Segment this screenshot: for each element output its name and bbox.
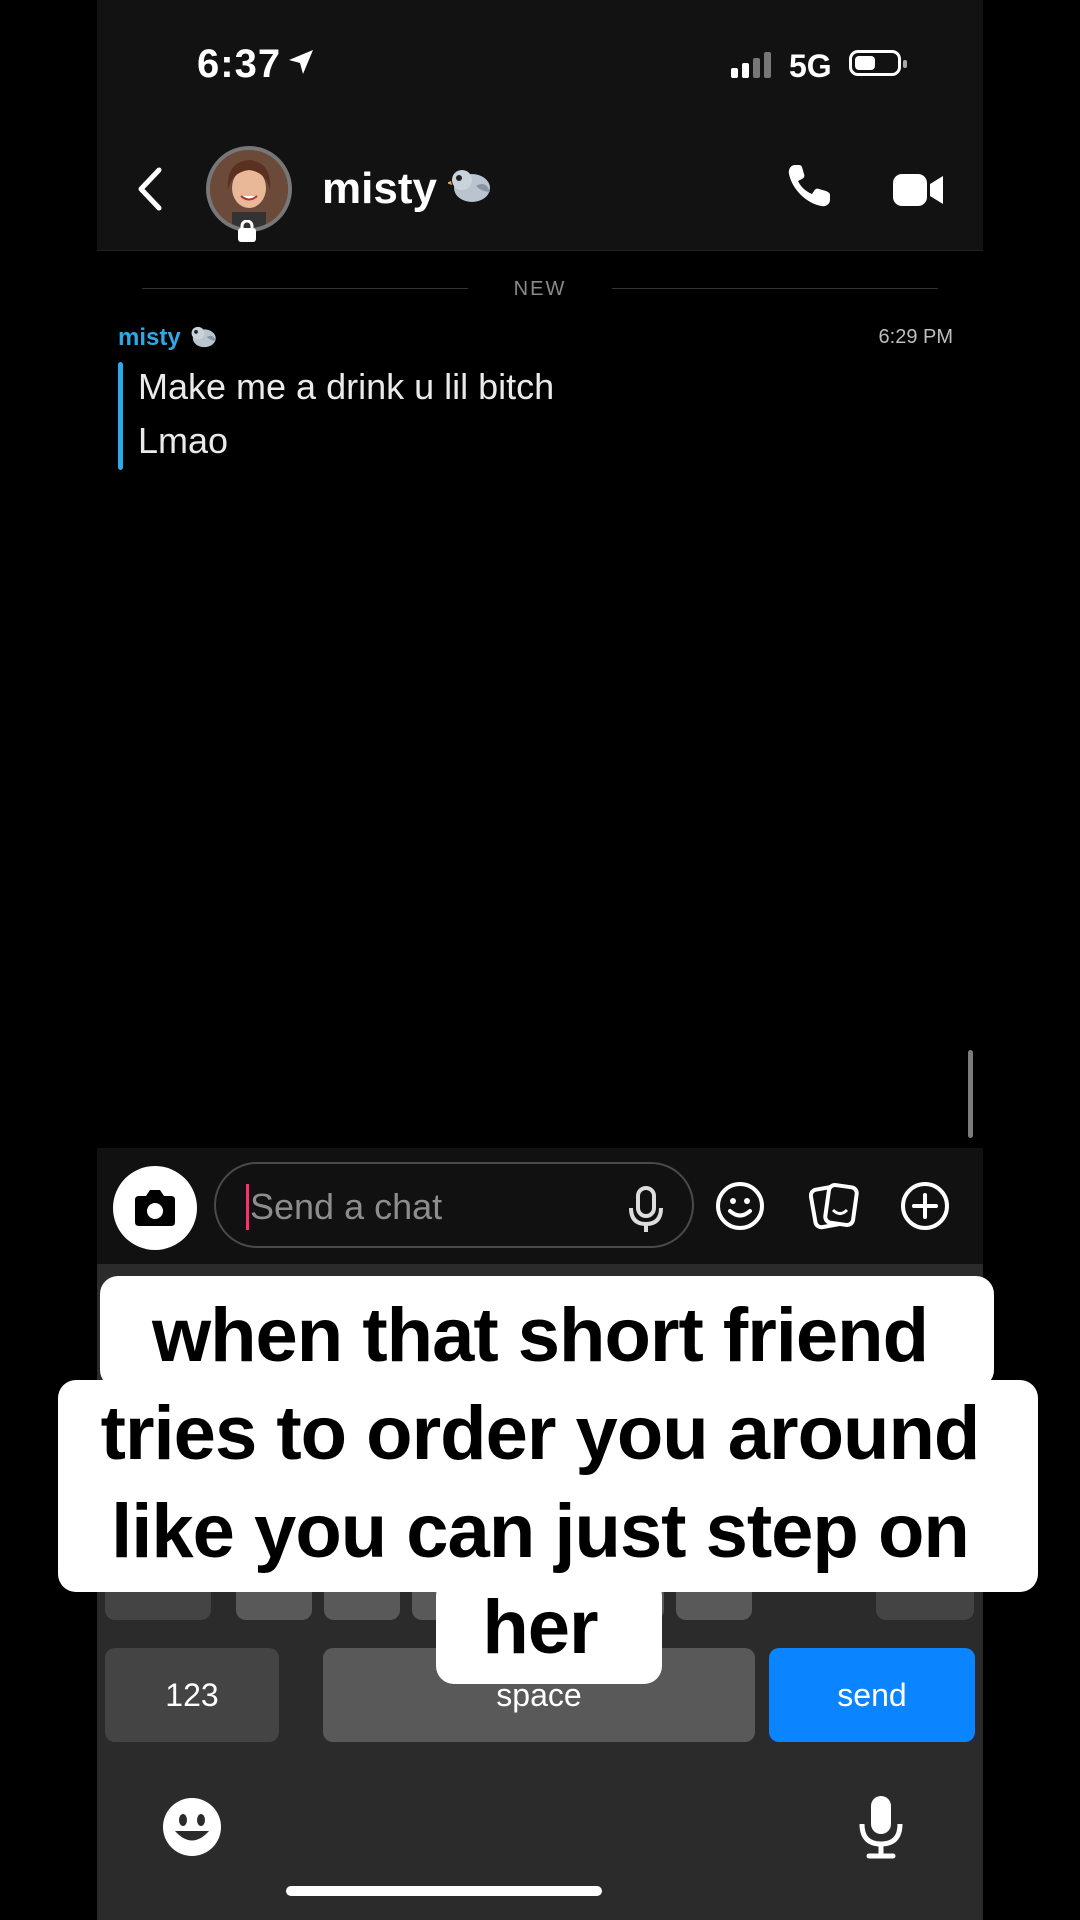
- new-messages-separator: NEW: [142, 278, 938, 300]
- emoji-icon[interactable]: [161, 1796, 223, 1858]
- chat-header: misty: [97, 130, 983, 251]
- caption-text: tries to order you around: [100, 1391, 981, 1476]
- separator-label: NEW: [513, 278, 567, 300]
- phone-icon[interactable]: [785, 162, 833, 210]
- bird-emoji-icon: [191, 326, 216, 348]
- location-arrow-icon: [289, 50, 313, 74]
- contact-name[interactable]: misty: [322, 164, 437, 214]
- microphone-icon[interactable]: [857, 1794, 905, 1860]
- signal-bars-icon: [731, 52, 771, 78]
- message-text[interactable]: Make me a drink u lil bitch: [138, 366, 554, 408]
- smiley-icon[interactable]: [714, 1180, 766, 1232]
- camera-icon: [135, 1190, 175, 1226]
- message-sender: misty: [118, 324, 181, 351]
- microphone-icon[interactable]: [626, 1186, 666, 1234]
- bird-emoji-icon: [448, 170, 490, 202]
- status-bar: 6:37 5G: [97, 0, 983, 130]
- video-camera-icon[interactable]: [893, 172, 945, 208]
- chevron-left-icon[interactable]: [135, 166, 165, 212]
- plus-circle-icon[interactable]: [899, 1180, 951, 1232]
- caption-text: when that short friend: [152, 1293, 929, 1378]
- sticker-icon[interactable]: [809, 1180, 861, 1232]
- message-accent-bar: [118, 362, 123, 470]
- network-type: 5G: [789, 48, 832, 84]
- caption-text: her: [482, 1585, 598, 1670]
- message-text[interactable]: Lmao: [138, 420, 228, 462]
- scrollbar[interactable]: [968, 1050, 973, 1138]
- caption-text: like you can just step on: [111, 1489, 970, 1574]
- chat-input-bar: Send a chat: [97, 1148, 983, 1264]
- chat-input[interactable]: Send a chat: [214, 1162, 694, 1248]
- status-time: 6:37: [197, 42, 282, 86]
- message-time: 6:29 PM: [878, 326, 953, 348]
- text-caret: [246, 1184, 249, 1230]
- chat-input-placeholder: Send a chat: [250, 1186, 443, 1227]
- camera-button[interactable]: [113, 1166, 197, 1250]
- lock-icon: [238, 220, 256, 242]
- battery-icon: [849, 50, 907, 76]
- home-indicator[interactable]: [286, 1886, 602, 1896]
